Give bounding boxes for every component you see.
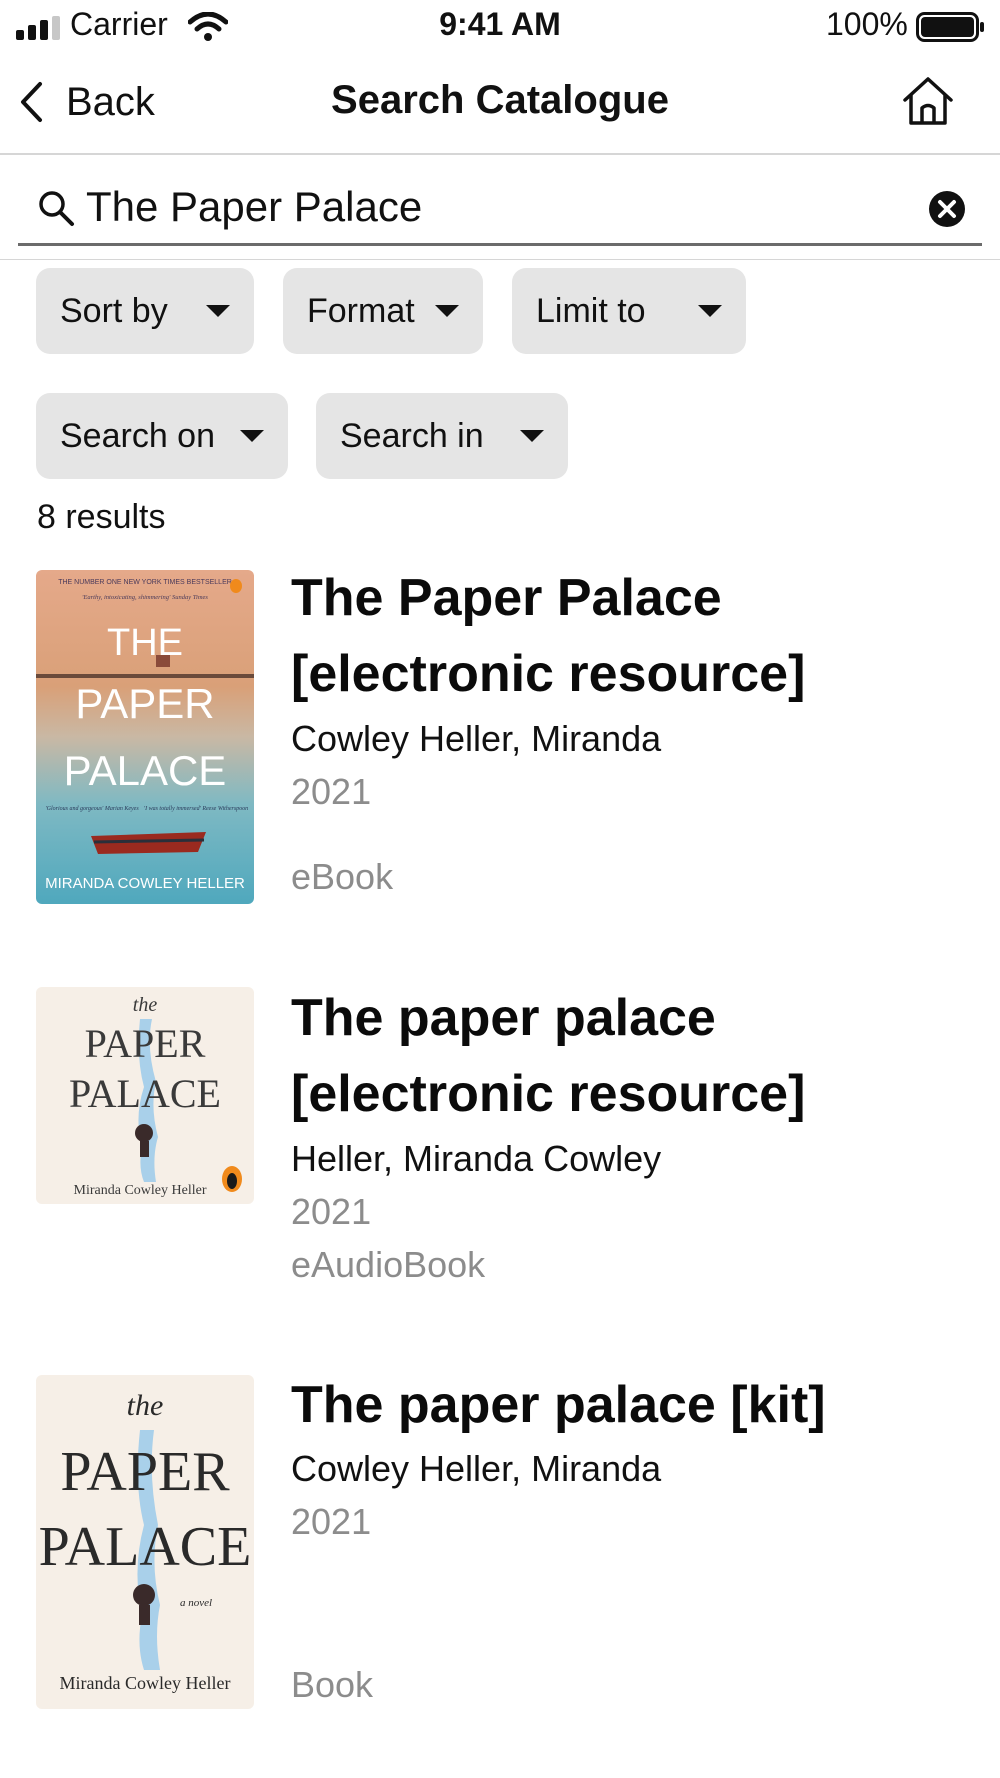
result-title-line: The Paper Palace [291,569,722,627]
cover-quote: 'Glorious and gorgeous' Marian Keyes [45,806,139,812]
cover-quote: 'I was totally immersed' Reese Witherspo… [144,806,248,812]
caret-down-icon [240,430,264,442]
cover-title-line: PALACE [69,1071,221,1116]
cover-title-line: PALACE [39,1516,252,1578]
cover-title-line: THE [107,622,183,664]
cover-author: MIRANDA COWLEY HELLER [45,875,245,892]
result-title-line: [electronic resource] [291,1065,806,1123]
search-divider [0,259,1000,260]
cover-title-line: PALACE [64,747,227,794]
cover-title-line: PAPER [85,1021,206,1066]
result-year: 2021 [291,1501,372,1542]
cover-title-line: PAPER [75,680,214,727]
page-title: Search Catalogue [331,78,669,122]
format-dropdown[interactable]: Format [283,268,483,354]
result-title-line: The paper palace [kit] [291,1376,826,1434]
cover-tag: a novel [180,1597,212,1609]
results-count: 8 results [37,498,166,536]
clear-icon[interactable] [928,190,966,228]
cover-the: the [127,1389,164,1422]
result-year: 2021 [291,1191,372,1232]
result-author: Cowley Heller, Miranda [291,1448,662,1489]
result-title-line: [electronic resource] [291,645,806,703]
result-title[interactable]: The Paper Palace [electronic resource] [291,560,991,712]
search-on-dropdown[interactable]: Search on [36,393,288,479]
book-cover-image: the PAPER PALACE a novel Miranda Cowley … [36,1375,254,1709]
cover-title-line: PAPER [60,1441,230,1503]
sort-by-dropdown[interactable]: Sort by [36,268,254,354]
search-in-dropdown[interactable]: Search in [316,393,568,479]
search-underline [18,243,982,246]
limit-to-dropdown[interactable]: Limit to [512,268,746,354]
caret-down-icon [698,305,722,317]
battery-icon [916,12,984,42]
caret-down-icon [520,430,544,442]
result-title[interactable]: The paper palace [kit] [291,1367,991,1443]
cover-the: the [133,994,158,1016]
limit-to-label: Limit to [536,291,646,330]
result-format: Book [291,1664,374,1705]
search-input[interactable] [86,180,906,234]
result-title-line: The paper palace [291,989,716,1047]
format-label: Format [307,291,415,330]
cover-banner: THE NUMBER ONE NEW YORK TIMES BESTSELLER [58,579,232,586]
result-author: Heller, Miranda Cowley [291,1138,662,1179]
list-item[interactable]: the PAPER PALACE Miranda Cowley Heller T… [0,980,1000,1290]
cover-author: Miranda Cowley Heller [74,1183,207,1198]
result-format: eBook [291,856,394,897]
list-item[interactable]: THE NUMBER ONE NEW YORK TIMES BESTSELLER… [0,560,1000,910]
publisher-logo [230,579,242,593]
book-cover-image: THE NUMBER ONE NEW YORK TIMES BESTSELLER… [36,570,254,904]
battery-percentage: 100% [826,6,908,42]
nav-divider [0,153,1000,155]
result-year: 2021 [291,771,372,812]
cover-quote: 'Earthy, intoxicating, shimmering' Sunda… [82,594,208,601]
search-icon [39,191,74,226]
list-item[interactable]: the PAPER PALACE a novel Miranda Cowley … [0,1367,1000,1717]
search-in-label: Search in [340,416,484,455]
cover-author: Miranda Cowley Heller [60,1673,231,1693]
sort-by-label: Sort by [60,291,168,330]
result-format: eAudioBook [291,1244,486,1285]
search-on-label: Search on [60,416,215,455]
status-bar: Carrier 9:41 AM 100% [0,0,1000,56]
result-author: Cowley Heller, Miranda [291,718,662,759]
book-cover-image: the PAPER PALACE Miranda Cowley Heller [36,987,254,1204]
result-title[interactable]: The paper palace [electronic resource] [291,980,991,1132]
home-icon[interactable] [900,74,956,128]
caret-down-icon [435,305,459,317]
caret-down-icon [206,305,230,317]
